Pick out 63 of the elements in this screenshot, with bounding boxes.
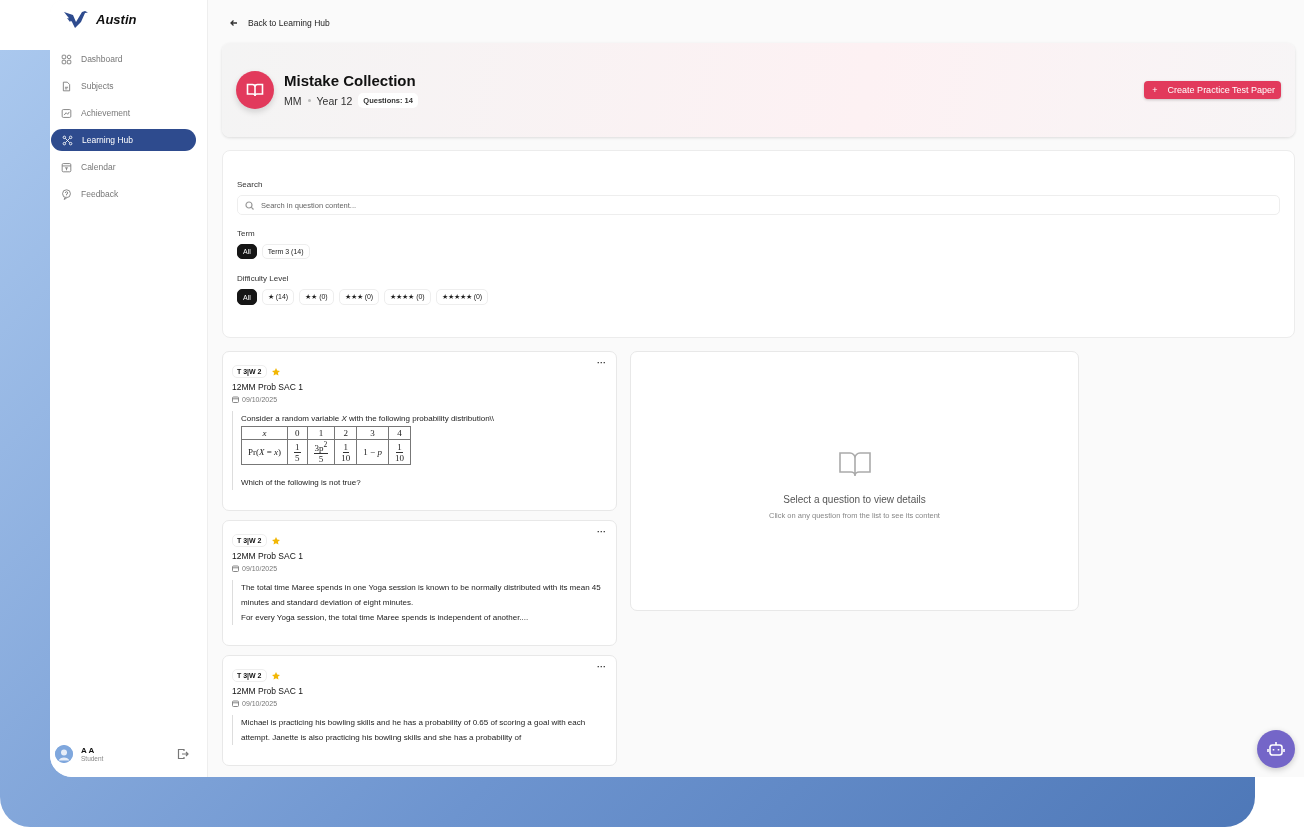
year-level: Year 12 [316,94,353,107]
user-name: A A [81,746,96,755]
star-icon [271,367,280,376]
fraction: 3p$^{2}$ 5 [313,440,329,464]
separator-dot [307,99,311,102]
app-name: Austin [96,11,137,27]
more-menu[interactable]: ··· [597,662,606,672]
create-test-button[interactable]: + Create Practice Test Paper [1144,81,1281,99]
search-icon [245,200,254,210]
question-text: Michael is practicing his bowling skills and he has a probability of 0.65 of scoring a goal with each attempt. Janette is also practicing his bowling skills and she has a probability of [241,717,587,744]
question-card[interactable] [222,655,617,766]
document-icon [61,80,72,92]
math-text: 1 − p [363,447,382,457]
nav-item[interactable]: Subjects [50,75,196,97]
more-menu[interactable]: ··· [597,527,606,537]
math-text: Pr(X = x) [248,447,282,457]
math-text: 2 [343,428,349,438]
question-title: 12MM Prob SAC 1 [232,551,304,561]
question-title: 12MM Prob SAC 1 [232,686,304,696]
math-text: 4 [397,428,402,438]
nav-item[interactable]: Learning Hub [51,129,196,151]
arrow-left-icon [230,18,238,27]
calendar-icon [232,396,239,403]
fraction: 1 5 [294,442,301,463]
question-icon [61,188,72,200]
fraction: 1 10 [341,442,351,463]
calendar-icon [232,700,239,707]
question-card[interactable] [222,520,617,646]
more-menu[interactable]: ··· [597,358,606,368]
difficulty-label: Difficulty Level [237,274,290,283]
star-icon [271,536,280,545]
question-text: Which of the following is not true? [241,477,362,489]
empty-state-title: Select a question to view details [783,494,926,505]
robot-icon [1267,740,1285,758]
term-label: Term [237,229,256,238]
back-link[interactable]: Back to Learning Hub [230,14,1295,31]
question-card[interactable] [222,351,617,511]
nav-item[interactable]: Feedback [50,183,196,205]
bird-logo-icon [64,10,90,28]
search-label: Search [237,180,264,189]
question-text: The total time Maree spends in one Yoga session is known to be normally distributed with its mean 45 minutes and standard deviation of eight minutes. [241,582,602,609]
math-text: 1 [318,428,324,438]
nav-item[interactable]: Calendar [50,156,196,178]
math-text: 3 [370,428,375,438]
math-text: x [262,428,267,438]
book-icon [246,81,264,99]
star-icon [271,671,280,680]
calendar-icon [232,565,239,572]
question-text: Consider a random variable X with the following probability distribution\\ [241,413,496,425]
nav-item[interactable]: Dashboard [50,48,196,70]
fraction: 1 10 [394,442,404,463]
question-text: For every Yoga session, the total time Maree spends is independent of another.... [241,612,530,624]
logout-icon[interactable] [177,748,189,760]
question-title: 12MM Prob SAC 1 [232,382,304,392]
nodes-icon [62,134,73,146]
calendar-icon [61,161,72,173]
subject-code: MM [284,94,302,107]
chart-icon [61,107,72,119]
nav-item[interactable]: Achievement [50,102,196,124]
math-text: 0 [295,428,300,438]
page-title: Mistake Collection [284,72,417,89]
grid-icon [61,53,72,65]
avatar [55,745,73,763]
